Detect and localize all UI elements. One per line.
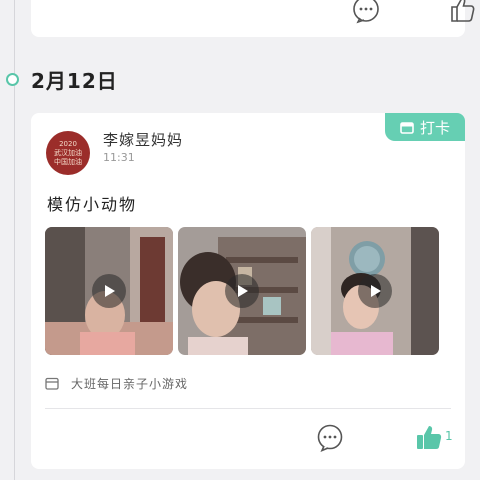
- avatar-text-line: 2020: [59, 139, 77, 148]
- checkin-label: 打卡: [419, 118, 450, 137]
- activity-tag-label: 大班每日亲子小游戏: [71, 377, 189, 391]
- thumbs-up-icon[interactable]: [447, 0, 477, 24]
- like-count: 1: [445, 429, 453, 443]
- checkin-badge: 打卡: [385, 113, 465, 141]
- comment-icon[interactable]: [316, 424, 344, 452]
- avatar-text-line: 武汉加油: [54, 148, 82, 157]
- user-name[interactable]: 李嫁昱妈妈: [103, 129, 183, 150]
- avatar[interactable]: 2020 武汉加油 中国加油: [46, 131, 90, 175]
- timeline-date-marker: 2月12日: [6, 66, 118, 93]
- thumbs-up-icon[interactable]: [415, 423, 443, 451]
- divider: [45, 408, 451, 409]
- play-icon[interactable]: [225, 274, 259, 308]
- previous-post-card: [31, 0, 475, 37]
- timeline-date: 2月12日: [31, 68, 118, 93]
- calendar-icon: [45, 377, 59, 390]
- post-text: 模仿小动物: [47, 195, 138, 214]
- video-thumbnail[interactable]: [311, 227, 439, 355]
- post-time: 11:31: [103, 151, 135, 164]
- play-icon[interactable]: [92, 274, 126, 308]
- video-thumbnail[interactable]: [45, 227, 173, 355]
- calendar-icon: [400, 121, 414, 134]
- avatar-text-line: 中国加油: [54, 157, 82, 166]
- play-icon[interactable]: [358, 274, 392, 308]
- comment-icon[interactable]: [351, 0, 381, 24]
- timeline-dot: [6, 72, 19, 86]
- video-thumbnail[interactable]: [178, 227, 306, 355]
- post-card[interactable]: 打卡 2020 武汉加油 中国加油 李嫁昱妈妈 11:31 模仿小动物 大班每日…: [31, 113, 465, 469]
- activity-tag[interactable]: 大班每日亲子小游戏: [45, 375, 188, 392]
